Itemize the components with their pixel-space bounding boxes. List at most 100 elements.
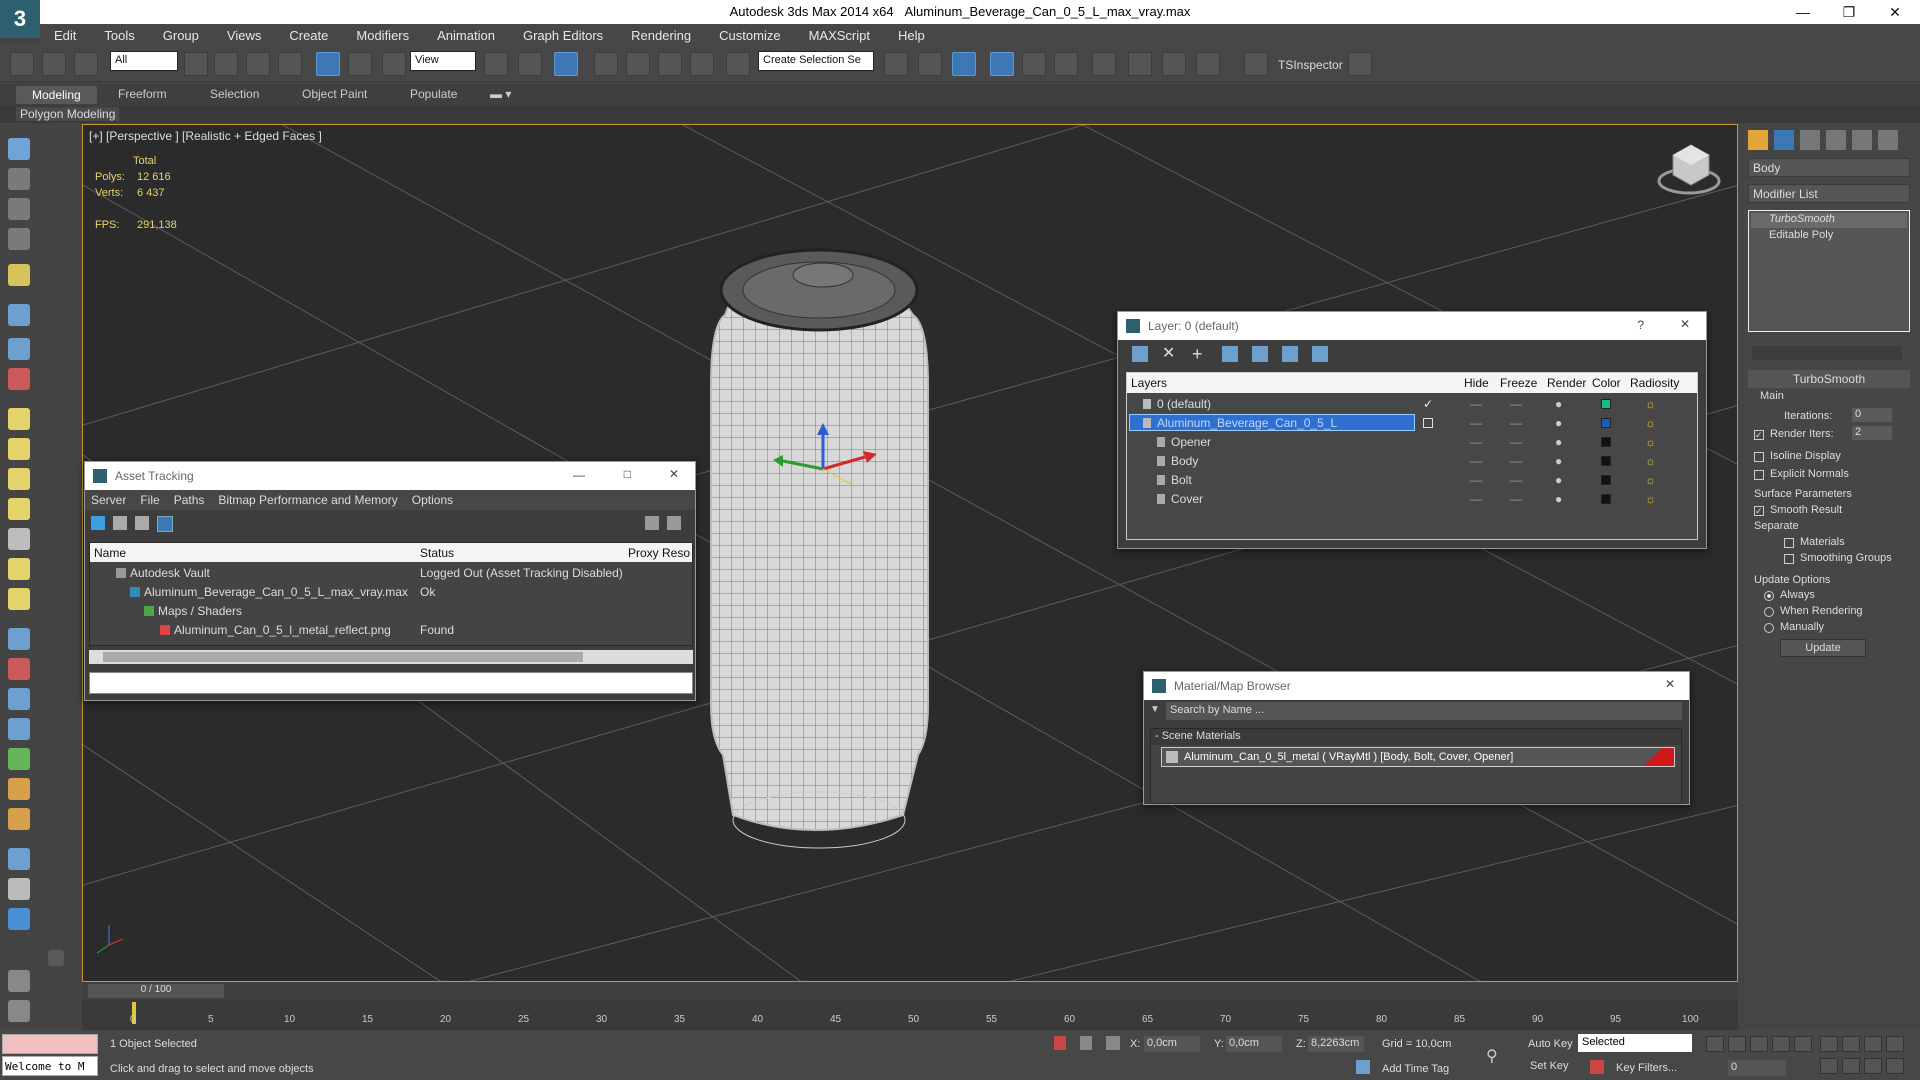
- help-icon[interactable]: [645, 516, 659, 530]
- help-icon[interactable]: [8, 1000, 30, 1022]
- spot-light-icon[interactable]: [8, 528, 30, 550]
- z-coordinate-field[interactable]: 8,2263cm: [1308, 1036, 1364, 1052]
- sun-icon[interactable]: [8, 558, 30, 580]
- freeze-toggle[interactable]: —: [1510, 416, 1522, 430]
- select-link-icon[interactable]: [10, 52, 34, 76]
- maximize-viewport-icon[interactable]: [1886, 1058, 1904, 1074]
- col-status[interactable]: Status: [420, 546, 454, 560]
- freeze-toggle[interactable]: —: [1510, 397, 1522, 411]
- hide-toggle[interactable]: —: [1470, 454, 1482, 468]
- layer-color-swatch[interactable]: [1601, 475, 1611, 485]
- freeze-toggle[interactable]: —: [1510, 492, 1522, 506]
- render-production-icon[interactable]: [1196, 52, 1220, 76]
- maxscript-mini-listener[interactable]: Welcome to M: [2, 1056, 98, 1076]
- settings-icon[interactable]: [667, 516, 681, 530]
- field-of-view-icon[interactable]: [1820, 1058, 1838, 1074]
- scrollbar-thumb[interactable]: [103, 652, 583, 662]
- polygon-modeling-panel[interactable]: Polygon Modeling: [16, 107, 120, 121]
- layer-row[interactable]: Bolt — — ● ☼: [1127, 470, 1697, 489]
- layer-color-swatch[interactable]: [1601, 494, 1611, 504]
- render-teapot-icon[interactable]: ●: [1555, 454, 1562, 468]
- smoothing-groups-checkbox[interactable]: [1784, 554, 1794, 564]
- col-proxy[interactable]: Proxy Reso: [628, 546, 690, 560]
- pan-icon[interactable]: [1842, 1058, 1860, 1074]
- browser-options-icon[interactable]: ▼: [1150, 704, 1160, 715]
- zoom-icon[interactable]: [1820, 1036, 1838, 1052]
- layer-explorer-icon[interactable]: [952, 52, 976, 76]
- hide-toggle[interactable]: —: [1470, 435, 1482, 449]
- modify-tab-icon[interactable]: [1774, 130, 1794, 150]
- layer-icon[interactable]: [8, 198, 30, 220]
- menu-modifiers[interactable]: Modifiers: [342, 28, 423, 43]
- render-teapot-icon[interactable]: ●: [1555, 416, 1562, 430]
- layer-color-swatch[interactable]: [1601, 418, 1611, 428]
- orbit-icon[interactable]: [1864, 1058, 1882, 1074]
- display-tab-icon[interactable]: [1852, 130, 1872, 150]
- menu-group[interactable]: Group: [149, 28, 213, 43]
- edit-named-selection-icon[interactable]: [726, 52, 750, 76]
- layer-row[interactable]: Opener — — ● ☼: [1127, 432, 1697, 451]
- table-row[interactable]: Aluminum_Beverage_Can_0_5_L_max_vray.max…: [90, 582, 692, 601]
- proxy-icon[interactable]: [8, 688, 30, 710]
- new-layer-icon[interactable]: [1132, 346, 1148, 362]
- render-setup-icon[interactable]: [1128, 52, 1152, 76]
- menu-server[interactable]: Server: [91, 493, 126, 507]
- restore-button[interactable]: ❐: [1826, 0, 1872, 24]
- select-by-name-icon[interactable]: [214, 52, 238, 76]
- table-row[interactable]: Maps / Shaders: [90, 601, 692, 620]
- minimize-button[interactable]: —: [573, 468, 585, 482]
- help-button[interactable]: ?: [1637, 318, 1644, 332]
- material-browser-titlebar[interactable]: Material/Map Browser ✕: [1144, 672, 1689, 700]
- rendered-frame-window-icon[interactable]: [1162, 52, 1186, 76]
- tsinspector-label[interactable]: TSInspector: [1278, 58, 1343, 72]
- menu-create[interactable]: Create: [275, 28, 342, 43]
- set-key-button[interactable]: Set Key: [1530, 1060, 1569, 1072]
- asset-path-field[interactable]: [89, 672, 693, 694]
- doc-icon[interactable]: [8, 878, 30, 900]
- render-iters-spinner[interactable]: 2: [1852, 426, 1892, 440]
- select-scale-icon[interactable]: [382, 52, 406, 76]
- delete-layer-icon[interactable]: ✕: [1162, 346, 1178, 362]
- y-coordinate-field[interactable]: 0,0cm: [1226, 1036, 1282, 1052]
- pivot-center-icon[interactable]: [484, 52, 508, 76]
- radiosity-icon[interactable]: ☼: [1645, 454, 1656, 468]
- menu-file[interactable]: File: [140, 493, 159, 507]
- expand-arrow-icon[interactable]: [48, 950, 64, 966]
- menu-bitmap-performance[interactable]: Bitmap Performance and Memory: [218, 493, 397, 507]
- col-name[interactable]: Name: [94, 546, 126, 560]
- create-tab-icon[interactable]: [1748, 130, 1768, 150]
- menu-paths[interactable]: Paths: [174, 493, 205, 507]
- percent-snap-icon[interactable]: [658, 52, 682, 76]
- menu-rendering[interactable]: Rendering: [617, 28, 705, 43]
- minimize-button[interactable]: —: [1780, 0, 1826, 24]
- tab-populate[interactable]: Populate: [410, 87, 457, 101]
- tab-modeling[interactable]: Modeling: [16, 86, 97, 104]
- hide-toggle[interactable]: —: [1470, 473, 1482, 487]
- freeze-toggle[interactable]: —: [1510, 435, 1522, 449]
- camera-icon[interactable]: [8, 304, 30, 326]
- radiosity-icon[interactable]: ☼: [1645, 397, 1656, 411]
- select-rotate-icon[interactable]: [348, 52, 372, 76]
- viewcube[interactable]: [1657, 144, 1721, 195]
- close-button[interactable]: ✕: [1680, 317, 1690, 331]
- motion-tab-icon[interactable]: [1826, 130, 1846, 150]
- always-radio[interactable]: [1764, 591, 1774, 601]
- notes-icon[interactable]: [8, 970, 30, 992]
- material-item[interactable]: Aluminum_Can_0_5l_metal ( VRayMtl ) [Bod…: [1161, 747, 1675, 767]
- menu-edit[interactable]: Edit: [40, 28, 90, 43]
- next-frame-icon[interactable]: [1772, 1036, 1790, 1052]
- select-object-icon[interactable]: [184, 52, 208, 76]
- freeze-all-icon[interactable]: [1312, 346, 1328, 362]
- render-teapot-icon[interactable]: ●: [1555, 397, 1562, 411]
- refresh-icon[interactable]: [91, 516, 105, 530]
- select-move-icon[interactable]: [316, 52, 340, 76]
- viewport-icon[interactable]: [8, 138, 30, 160]
- col-color[interactable]: Color: [1592, 376, 1621, 390]
- close-button[interactable]: ✕: [1665, 677, 1675, 691]
- menu-maxscript[interactable]: MAXScript: [795, 28, 884, 43]
- key-filters-button[interactable]: Key Filters...: [1616, 1062, 1677, 1074]
- asset-tracking-titlebar[interactable]: Asset Tracking — □ ✕: [85, 462, 695, 490]
- key-icon[interactable]: ⚲: [1486, 1046, 1498, 1066]
- add-time-tag[interactable]: Add Time Tag: [1382, 1063, 1449, 1075]
- horizontal-scrollbar[interactable]: [89, 650, 693, 664]
